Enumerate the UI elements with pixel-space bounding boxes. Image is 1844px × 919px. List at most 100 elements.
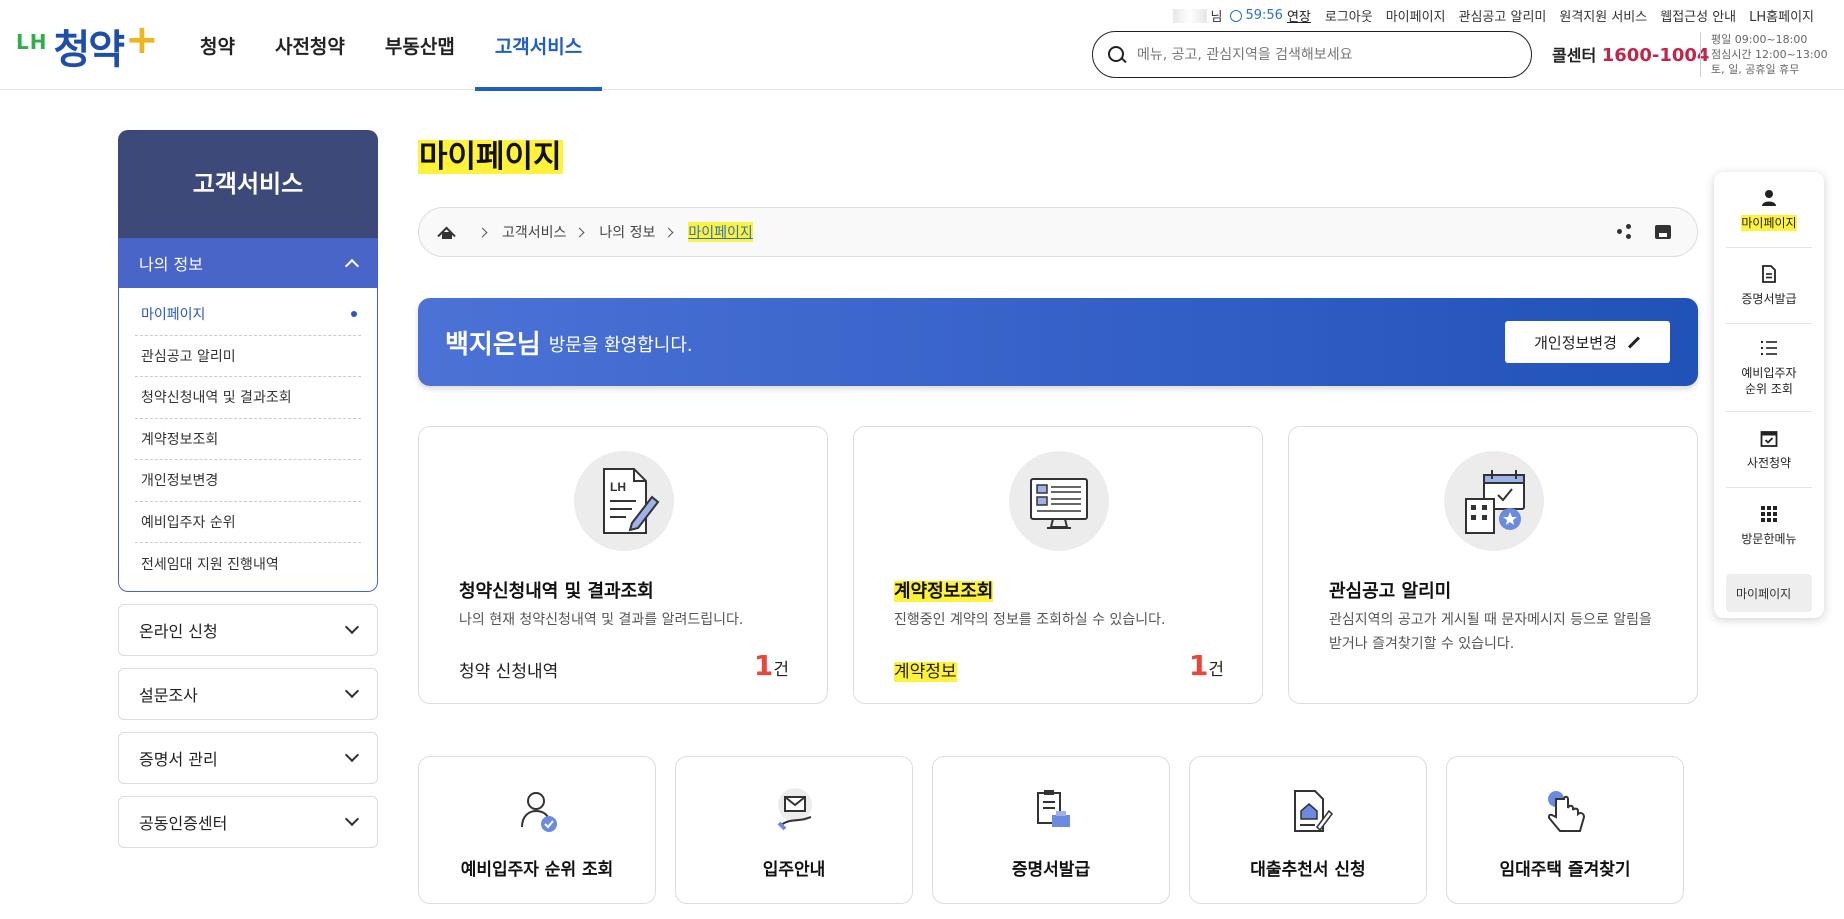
edit-profile-button[interactable]: 개인정보변경	[1505, 321, 1670, 363]
quick-menu-label: 사전청약	[1746, 455, 1792, 470]
card-title-text: 계약정보조회	[894, 581, 994, 602]
sidebar-item-edit-profile[interactable]: 개인정보변경	[135, 460, 361, 502]
breadcrumb-current[interactable]: 마이페이지	[688, 222, 753, 242]
quick-menu-visited[interactable]: 방문한메뉴	[1726, 488, 1812, 564]
sidebar-item-label: 계약정보조회	[141, 431, 219, 448]
card-notice-alert[interactable]: 관심공고 알리미 관심지역의 공고가 게시될 때 문자메시지 등으로 알림을 받…	[1288, 426, 1698, 704]
card-desc: 관심지역의 공고가 게시될 때 문자메시지 등으로 알림을 받거나 즐겨찾기할 …	[1329, 612, 1652, 652]
sidebar-group-online-apply[interactable]: 온라인 신청	[118, 603, 378, 656]
count-value: 1	[1188, 649, 1209, 682]
lh-home-link[interactable]: LH홈페이지	[1749, 6, 1814, 25]
quick-move-in-guide[interactable]: 입주안내	[675, 756, 913, 904]
logout-link[interactable]: 로그아웃	[1325, 6, 1373, 25]
sidebar-item-jeonse-support[interactable]: 전세임대 지원 진행내역	[135, 543, 361, 585]
quick-label: 대출추천서 신청	[1250, 860, 1366, 880]
quick-certificate[interactable]: 증명서발급	[932, 756, 1170, 904]
search-icon[interactable]	[1107, 45, 1127, 65]
chevron-down-icon	[344, 747, 360, 763]
quick-label: 예비입주자 순위 조회	[460, 860, 614, 880]
search-input[interactable]	[1137, 46, 1517, 63]
logo-plus: +	[125, 17, 159, 63]
quick-links: 예비입주자 순위 조회 입주안내 증명서발급 대출추천서 신청 임대주택 즐겨찾…	[418, 756, 1698, 904]
sidebar-item-notice-alert[interactable]: 관심공고 알리미	[135, 336, 361, 377]
sidebar-item-label: 전세임대 지원 진행내역	[141, 556, 279, 573]
card-subscription-history[interactable]: LH 청약신청내역 및 결과조회 나의 현재 청약신청내역 및 결과를 알려드립…	[418, 426, 828, 704]
card-foot-label: 청약 신청내역	[459, 662, 559, 682]
person-icon	[1762, 189, 1776, 206]
welcome-user-name: 백지은님	[445, 329, 541, 360]
card-foot-text: 계약정보	[894, 662, 957, 682]
quick-menu-label: 예비입주자 순위 조회	[1741, 365, 1797, 396]
sidebar-item-mypage[interactable]: 마이페이지	[135, 294, 361, 336]
list-icon	[1761, 340, 1777, 355]
sidebar-group-cert-center[interactable]: 공동인증센터	[118, 795, 378, 848]
summary-cards: LH 청약신청내역 및 결과조회 나의 현재 청약신청내역 및 결과를 알려드립…	[418, 426, 1698, 704]
share-icon[interactable]	[1617, 224, 1633, 240]
mypage-link[interactable]: 마이페이지	[1386, 6, 1446, 25]
document-house-pen-icon	[1294, 790, 1333, 832]
card-contract-info[interactable]: 계약정보조회 진행중인 계약의 정보를 조회하실 수 있습니다. 계약정보 1건	[853, 426, 1263, 704]
sidebar-group-label: 증명서 관리	[139, 749, 218, 769]
breadcrumb-actions	[1617, 224, 1671, 240]
operating-hours: 평일 09:00~18:00 점심시간 12:00~13:00 토, 일, 공휴…	[1700, 32, 1828, 77]
sidebar-title: 고객서비스	[118, 130, 378, 238]
calendar-building-icon	[1444, 451, 1544, 551]
sidebar-item-waitlist-rank[interactable]: 예비입주자 순위	[135, 502, 361, 543]
home-icon[interactable]	[439, 225, 455, 239]
sidebar-item-label: 개인정보변경	[141, 473, 219, 490]
quick-menu-mypage[interactable]: 마이페이지	[1726, 172, 1812, 248]
active-dot-icon	[351, 311, 357, 318]
quick-label: 임대주택 즐겨찾기	[1499, 860, 1631, 880]
sidebar-item-label: 마이페이지	[141, 307, 206, 324]
sidebar-item-contract-info[interactable]: 계약정보조회	[135, 419, 361, 460]
chevron-right-icon	[477, 227, 488, 237]
quick-label: 증명서발급	[1011, 860, 1091, 880]
sidebar-item-label: 예비입주자 순위	[141, 514, 236, 531]
utility-bar: 님 59:56 연장 로그아웃 마이페이지 관심공고 알리미 원격지원 서비스 …	[1172, 6, 1814, 25]
hand-pointer-icon	[1547, 791, 1586, 832]
quick-loan-recommendation[interactable]: 대출추천서 신청	[1189, 756, 1427, 904]
nav-item-customer-service[interactable]: 고객서비스	[474, 0, 603, 91]
sidebar-item-label: 청약신청내역 및 결과조회	[141, 390, 292, 407]
card-desc: 진행중인 계약의 정보를 조회하실 수 있습니다.	[894, 612, 1166, 628]
recent-visited-item[interactable]: 마이페이지	[1726, 574, 1812, 612]
sidebar-group-label: 온라인 신청	[139, 621, 218, 641]
nav-item-subscription[interactable]: 청약	[180, 0, 255, 90]
welcome-banner: 백지은님 방문을 환영합니다. 개인정보변경	[418, 298, 1698, 386]
sidebar-group-survey[interactable]: 설문조사	[118, 667, 378, 720]
hours-lunch: 점심시간 12:00~13:00	[1711, 48, 1828, 61]
quick-menu-certificate[interactable]: 증명서발급	[1726, 248, 1812, 324]
site-header: LH 청약 + 청약 사전청약 부동산맵 고객서비스 님 59:56 연장 로그…	[0, 0, 1844, 91]
user-name-masked	[1172, 8, 1207, 23]
notice-alert-link[interactable]: 관심공고 알리미	[1459, 6, 1547, 25]
sidebar-group-certificates[interactable]: 증명서 관리	[118, 731, 378, 784]
remote-support-link[interactable]: 원격지원 서비스	[1559, 6, 1647, 25]
site-logo[interactable]: LH 청약 +	[16, 20, 159, 74]
page-title: 마이페이지	[418, 139, 563, 175]
chevron-up-icon	[344, 258, 360, 273]
clock-icon	[1230, 9, 1243, 22]
sidebar-item-subscription-history[interactable]: 청약신청내역 및 결과조회	[135, 377, 361, 419]
card-title: 계약정보조회	[894, 577, 994, 603]
card-foot-label: 계약정보	[894, 657, 957, 682]
logo-lh: LH	[16, 30, 48, 54]
person-check-icon	[521, 792, 557, 832]
nav-item-real-estate-map[interactable]: 부동산맵	[365, 0, 475, 90]
document-icon	[1762, 264, 1776, 283]
quick-menu-label: 증명서발급	[1741, 291, 1797, 306]
sidebar-group-my-info: 나의 정보 마이페이지 관심공고 알리미 청약신청내역 및 결과조회 계약정보조…	[118, 238, 378, 592]
quick-favorite-rental[interactable]: 임대주택 즐겨찾기	[1446, 756, 1684, 904]
extend-session-link[interactable]: 연장	[1287, 6, 1311, 25]
hours-holiday: 토, 일, 공휴일 휴무	[1711, 63, 1800, 76]
accessibility-link[interactable]: 웹접근성 안내	[1660, 6, 1736, 25]
quick-menu-waitlist[interactable]: 예비입주자 순위 조회	[1726, 324, 1812, 412]
nav-item-pre-subscription[interactable]: 사전청약	[255, 0, 365, 90]
quick-menu-pre-subscription[interactable]: 사전청약	[1726, 412, 1812, 488]
print-icon[interactable]	[1655, 225, 1671, 239]
pencil-icon	[1627, 335, 1640, 349]
sidebar-group-head-my-info[interactable]: 나의 정보	[119, 238, 377, 288]
card-title: 청약신청내역 및 결과조회	[459, 581, 654, 602]
breadcrumb-item[interactable]: 나의 정보	[599, 222, 655, 242]
quick-waitlist-rank[interactable]: 예비입주자 순위 조회	[418, 756, 656, 904]
breadcrumb-item[interactable]: 고객서비스	[502, 222, 566, 242]
